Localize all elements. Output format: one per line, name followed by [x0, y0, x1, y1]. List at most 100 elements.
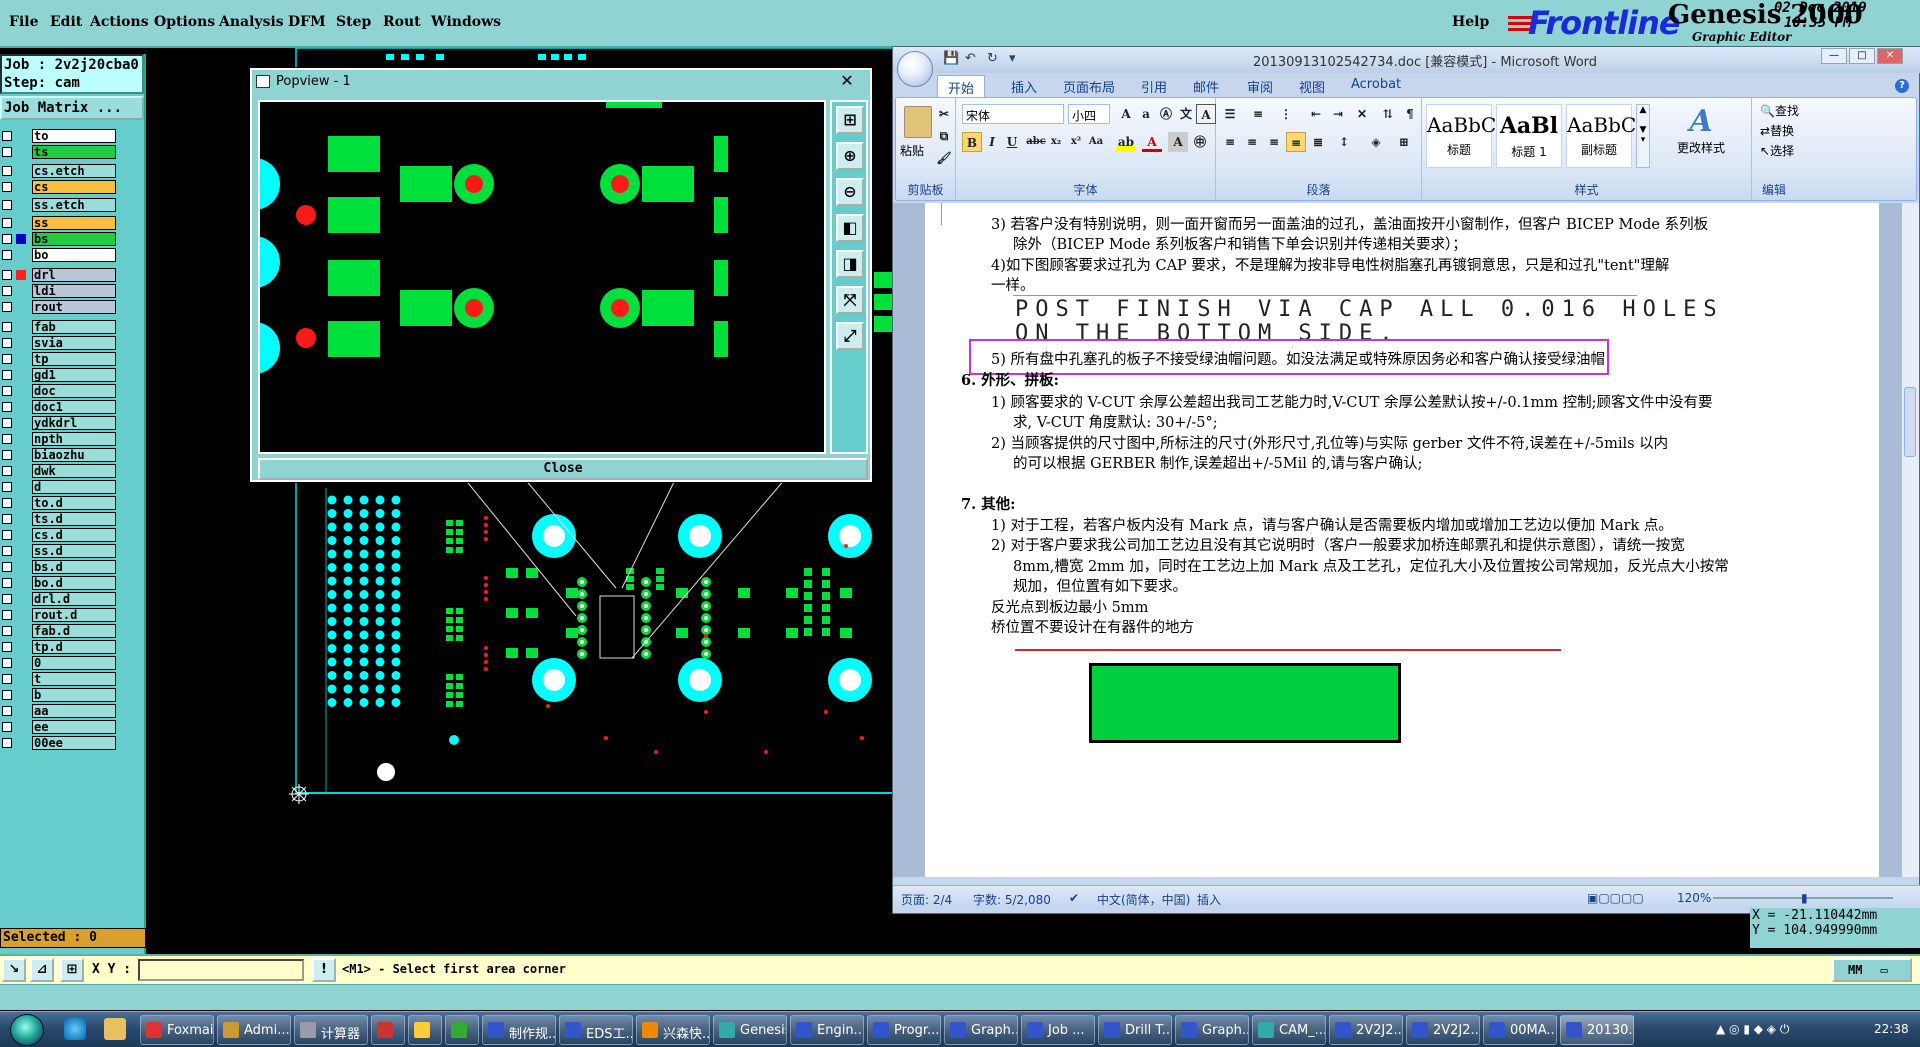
- measure-icon[interactable]: ⊿: [30, 958, 54, 982]
- layer-name[interactable]: aa: [32, 704, 116, 718]
- zoom-out-icon[interactable]: ⊖: [836, 178, 864, 206]
- replace-button[interactable]: ⇄替换: [1760, 122, 1794, 139]
- layer-color-swatch[interactable]: [16, 182, 26, 192]
- layer-checkbox[interactable]: [2, 594, 12, 604]
- job-matrix-button[interactable]: Job Matrix ...: [0, 96, 144, 120]
- layer-row[interactable]: ss.d: [0, 543, 118, 559]
- tab-review[interactable]: 审阅: [1247, 77, 1273, 96]
- style-tile-heading1[interactable]: AaBl 标题 1: [1496, 104, 1562, 168]
- menu-help[interactable]: Help: [1452, 14, 1489, 30]
- layer-row[interactable]: tp: [0, 351, 118, 367]
- word-titlebar[interactable]: 20130913102542734.doc [兼容模式] - Microsoft…: [893, 47, 1920, 73]
- layer-checkbox[interactable]: [2, 642, 12, 652]
- save-icon[interactable]: 💾: [943, 51, 959, 66]
- layer-checkbox[interactable]: [2, 234, 12, 244]
- show-marks-icon[interactable]: ¶: [1400, 104, 1420, 124]
- taskbar-button[interactable]: [408, 1015, 442, 1045]
- tab-view[interactable]: 视图: [1299, 77, 1325, 96]
- layer-name[interactable]: ss.etch: [32, 198, 116, 212]
- zoom-slider-thumb[interactable]: ▮: [1801, 891, 1808, 905]
- layer-checkbox[interactable]: [2, 338, 12, 348]
- status-insert-mode[interactable]: 插入: [1197, 891, 1221, 908]
- font-size-select[interactable]: 小四: [1068, 104, 1110, 124]
- layer-checkbox[interactable]: [2, 562, 12, 572]
- layer-color-swatch[interactable]: [16, 402, 26, 412]
- vertical-scrollbar[interactable]: [1901, 203, 1919, 877]
- align-left-icon[interactable]: ≡: [1220, 132, 1240, 152]
- format-painter-icon[interactable]: 🖌: [934, 148, 954, 168]
- layer-color-swatch[interactable]: [16, 386, 26, 396]
- style-tile-subtitle[interactable]: AaBbC 副标题: [1566, 104, 1636, 168]
- layer-name[interactable]: ydkdrl: [32, 416, 116, 430]
- layer-row[interactable]: aa: [0, 703, 118, 719]
- layer-name[interactable]: rout: [32, 300, 116, 314]
- enclose-char-icon[interactable]: ㊥: [1190, 132, 1210, 152]
- numbering-icon[interactable]: ≡: [1248, 104, 1268, 124]
- layer-row[interactable]: ee: [0, 719, 118, 735]
- layer-row[interactable]: rout: [0, 299, 118, 315]
- layer-checkbox[interactable]: [2, 482, 12, 492]
- layer-color-swatch[interactable]: [16, 286, 26, 296]
- layer-name[interactable]: b: [32, 688, 116, 702]
- view-buttons[interactable]: ▣▢▢▢▢: [1587, 891, 1644, 905]
- popview-canvas[interactable]: [258, 100, 826, 454]
- layer-checkbox[interactable]: [2, 270, 12, 280]
- layer-checkbox[interactable]: [2, 674, 12, 684]
- tab-home[interactable]: 开始: [937, 75, 986, 97]
- layer-checkbox[interactable]: [2, 147, 12, 157]
- tab-page-layout[interactable]: 页面布局: [1063, 77, 1115, 96]
- layer-checkbox[interactable]: [2, 218, 12, 228]
- status-zoom[interactable]: 120%: [1677, 891, 1711, 905]
- align-right-icon[interactable]: ≡: [1264, 132, 1284, 152]
- italic-icon[interactable]: I: [982, 132, 1002, 152]
- layer-row[interactable]: ydkdrl: [0, 415, 118, 431]
- grow-font-icon[interactable]: A: [1116, 104, 1136, 124]
- paste-icon[interactable]: [904, 106, 932, 138]
- layer-name[interactable]: ss.d: [32, 544, 116, 558]
- grid-icon[interactable]: ⊞: [60, 958, 84, 982]
- layer-color-swatch[interactable]: [16, 466, 26, 476]
- start-button-icon[interactable]: [10, 1014, 44, 1046]
- layer-row[interactable]: fab.d: [0, 623, 118, 639]
- layer-color-swatch[interactable]: [16, 546, 26, 556]
- ie-icon[interactable]: [64, 1018, 86, 1040]
- layer-row[interactable]: dwk: [0, 463, 118, 479]
- layer-color-swatch[interactable]: [16, 578, 26, 588]
- menu-file[interactable]: File: [9, 14, 38, 30]
- layer-row[interactable]: biaozhu: [0, 447, 118, 463]
- layer-color-swatch[interactable]: [16, 234, 26, 244]
- taskbar-button[interactable]: Drill T...: [1098, 1015, 1172, 1045]
- bold-icon[interactable]: B: [962, 132, 982, 152]
- layer-name[interactable]: cs.d: [32, 528, 116, 542]
- status-page[interactable]: 页面: 2/4: [901, 891, 952, 908]
- layer-row[interactable]: gd1: [0, 367, 118, 383]
- taskbar-button[interactable]: 制作规...: [482, 1015, 556, 1045]
- phonetic-icon[interactable]: 文: [1176, 104, 1196, 124]
- layer-color-swatch[interactable]: [16, 690, 26, 700]
- taskbar-button[interactable]: Graph...: [1175, 1015, 1249, 1045]
- select-button[interactable]: ↖选择: [1760, 142, 1794, 159]
- layer-checkbox[interactable]: [2, 738, 12, 748]
- layer-row[interactable]: cs.etch: [0, 163, 118, 179]
- char-border-icon[interactable]: A: [1196, 104, 1216, 124]
- layer-color-swatch[interactable]: [16, 450, 26, 460]
- layer-row[interactable]: doc: [0, 383, 118, 399]
- popview-titlebar[interactable]: Popview - 1: [252, 70, 870, 94]
- borders-icon[interactable]: ⊞: [1394, 132, 1414, 152]
- layer-name[interactable]: to: [32, 129, 116, 143]
- layer-checkbox[interactable]: [2, 706, 12, 716]
- taskbar-button[interactable]: 00MA...: [1483, 1015, 1557, 1045]
- layer-color-swatch[interactable]: [16, 418, 26, 428]
- layer-name[interactable]: svia: [32, 336, 116, 350]
- units-button[interactable]: MM ▭: [1832, 958, 1912, 982]
- layer-checkbox[interactable]: [2, 722, 12, 732]
- zoom-home-icon[interactable]: ⤧: [836, 286, 864, 314]
- layer-checkbox[interactable]: [2, 302, 12, 312]
- popview-close-button[interactable]: Close: [258, 458, 868, 480]
- layer-color-swatch[interactable]: [16, 594, 26, 604]
- layer-checkbox[interactable]: [2, 354, 12, 364]
- layer-color-swatch[interactable]: [16, 626, 26, 636]
- layer-color-swatch[interactable]: [16, 514, 26, 524]
- multilevel-icon[interactable]: ⋮: [1276, 104, 1296, 124]
- layer-checkbox[interactable]: [2, 466, 12, 476]
